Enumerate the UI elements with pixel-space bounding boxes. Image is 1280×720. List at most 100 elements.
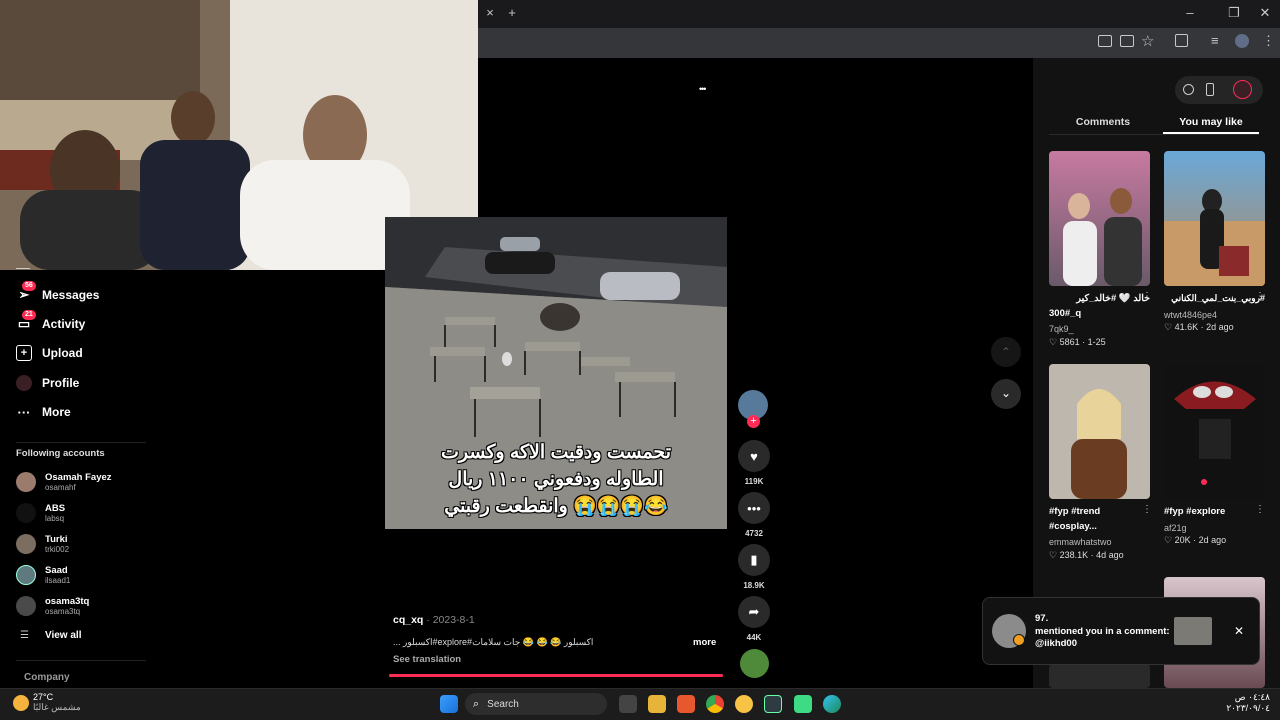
card-title[interactable]: خالد 🤍 #خالد_كير <box>1049 292 1150 305</box>
account-item[interactable]: Saad ilsaad1 <box>16 563 70 587</box>
tab-comments[interactable]: Comments <box>1049 116 1157 128</box>
explore-icon[interactable] <box>16 268 30 272</box>
card-user[interactable]: 7qk9_ <box>1049 323 1074 335</box>
close-tab-button[interactable]: × <box>481 6 499 22</box>
translate-icon[interactable] <box>1098 35 1112 47</box>
view-all-link[interactable]: ☰ View all <box>20 630 81 641</box>
close-icon[interactable]: ✕ <box>1234 624 1244 638</box>
search-icon: ⌕ <box>473 697 480 710</box>
share-icon: ➦ <box>748 604 760 619</box>
share-count: 44K <box>746 633 762 642</box>
chevron-down-icon[interactable]: ⌄ <box>991 379 1021 409</box>
new-tab-button[interactable]: + <box>503 6 521 22</box>
nav-more[interactable]: ··· More <box>16 401 71 423</box>
weather-widget[interactable]: 27°C مشمس غالبًا <box>33 692 81 712</box>
account-item[interactable]: Osamah Fayez osamahf <box>16 470 112 494</box>
card-user[interactable]: af21g <box>1164 522 1187 534</box>
more-options-icon[interactable]: ••• <box>699 84 707 94</box>
video-thumbnail[interactable] <box>1049 664 1150 688</box>
avatar[interactable] <box>1233 80 1252 99</box>
brave-icon[interactable] <box>677 695 695 713</box>
restore-button[interactable]: ❐ <box>1225 6 1243 22</box>
video-player[interactable]: تحمست ودقيت الاكه وكسرت الطاوله ودفعوني … <box>385 217 727 529</box>
chrome-icon[interactable] <box>706 695 724 713</box>
menu-icon[interactable]: ⋮ <box>1262 33 1275 49</box>
search-box[interactable]: ⌕ Search <box>465 693 607 715</box>
music-disc-icon[interactable] <box>740 649 769 678</box>
video-progress-bar[interactable] <box>389 674 723 677</box>
save-button[interactable]: ▮ <box>738 544 770 576</box>
app-icon[interactable] <box>735 695 753 713</box>
card-title[interactable]: #fyp #trend <box>1049 505 1150 518</box>
comment-count: 4732 <box>745 529 763 538</box>
comment-icon: ••• <box>747 500 761 516</box>
card-meta: ♡ 238.1K · 4d ago <box>1049 550 1124 560</box>
minimize-button[interactable]: – <box>1181 6 1199 22</box>
share-button[interactable]: ➦ <box>738 596 770 628</box>
taskbar <box>0 688 1280 720</box>
company-link[interactable]: Company <box>24 672 70 683</box>
video-author[interactable]: cq_xq · 2023-8-1 <box>393 614 475 626</box>
avatar <box>16 534 36 554</box>
cast-icon[interactable] <box>1120 35 1134 47</box>
profile-icon <box>16 375 32 391</box>
clock[interactable]: ٠٤:٤٨ ص ٢٠٢٣/٠٩/٠٤ <box>1212 692 1270 714</box>
comment-button[interactable]: ••• <box>738 492 770 524</box>
account-item[interactable]: ABS labsq <box>16 501 65 525</box>
nav-activity[interactable]: ▭ 21 Activity <box>16 310 85 335</box>
edge-icon[interactable] <box>823 695 841 713</box>
tab-strip <box>478 0 1280 28</box>
video-thumbnail[interactable] <box>1164 151 1265 286</box>
card-user[interactable]: wtwt4846pe4 <box>1164 309 1217 321</box>
kebab-icon[interactable]: ⋮ <box>1142 291 1152 302</box>
android-icon[interactable] <box>794 695 812 713</box>
account-item[interactable]: Turki trki002 <box>16 532 69 556</box>
device-icon[interactable] <box>1206 83 1214 96</box>
card-meta: ♡ 5861 · 1-25 <box>1049 337 1106 347</box>
card-title[interactable]: #روبي_بنت_لمي_الكناني <box>1164 292 1265 305</box>
save-count: 18.9K <box>743 581 765 590</box>
file-explorer-icon[interactable] <box>648 695 666 713</box>
avatar <box>16 596 36 616</box>
card-title-line2: 300#_q <box>1049 308 1082 319</box>
kebab-icon[interactable]: ⋮ <box>1142 504 1152 515</box>
tab-active-indicator <box>1163 132 1259 134</box>
compass-icon[interactable] <box>1183 84 1194 95</box>
video-thumbnail[interactable] <box>1164 364 1265 499</box>
more-button[interactable]: more <box>693 637 716 648</box>
terminal-icon[interactable] <box>764 695 782 713</box>
video-thumbnail[interactable] <box>1049 151 1150 286</box>
nav-messages[interactable]: ➢ 56 Messages <box>16 281 99 306</box>
extensions-icon[interactable] <box>1175 34 1188 47</box>
more-icon: ··· <box>17 404 31 420</box>
messages-icon: ➢ 56 <box>16 281 36 303</box>
weather-icon[interactable] <box>13 695 29 711</box>
see-translation-link[interactable]: See translation <box>393 654 461 665</box>
tab-you-may-like[interactable]: You may like <box>1163 116 1259 128</box>
start-icon[interactable] <box>440 695 458 713</box>
chevron-up-icon[interactable]: ⌃ <box>991 337 1021 367</box>
video-caption: تحمست ودقيت الاكه وكسرت الطاوله ودفعوني … <box>441 442 671 517</box>
profile-icon[interactable] <box>1235 34 1249 48</box>
card-user[interactable]: emmawhatstwo <box>1049 536 1112 548</box>
nav-upload[interactable]: + Upload <box>16 342 83 364</box>
nav-profile[interactable]: Profile <box>16 372 79 394</box>
window-close-button[interactable]: ✕ <box>1256 6 1274 22</box>
like-button[interactable]: ♥ <box>738 440 770 472</box>
kebab-icon[interactable]: ⋮ <box>1255 504 1265 515</box>
following-header: Following accounts <box>16 448 105 459</box>
video-thumbnail[interactable] <box>1049 364 1150 499</box>
media-icon[interactable]: ≡ <box>1211 33 1219 48</box>
list-icon: ☰ <box>20 630 29 641</box>
account-item[interactable]: osama3tq osama3tq <box>16 594 89 618</box>
task-view-icon[interactable] <box>619 695 637 713</box>
card-title[interactable]: #fyp #explore <box>1164 505 1265 518</box>
address-bar[interactable] <box>478 28 1280 58</box>
card-title-line2: #cosplay... <box>1049 521 1097 532</box>
star-icon[interactable]: ☆ <box>1141 32 1154 50</box>
notification-thumbnail[interactable] <box>1174 617 1212 645</box>
card-meta: ♡ 20K · 2d ago <box>1164 535 1227 545</box>
follow-plus-icon[interactable]: + <box>747 415 760 428</box>
notification-name: 97. <box>1035 613 1049 624</box>
kebab-icon[interactable]: ⋮ <box>1255 291 1265 302</box>
